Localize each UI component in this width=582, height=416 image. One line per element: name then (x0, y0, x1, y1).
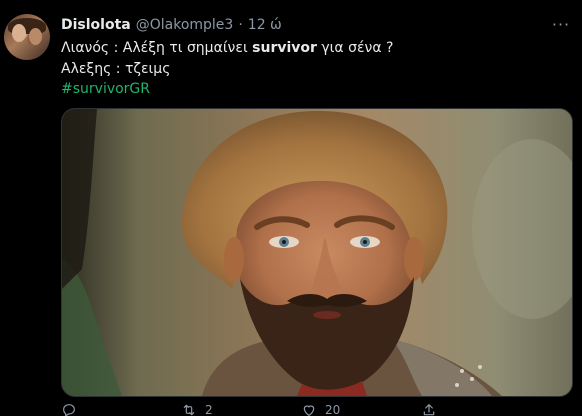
share-icon (423, 404, 435, 416)
hashtag-link[interactable]: #survivorGR (61, 81, 150, 97)
tweet-text-bold-word: survivor (252, 40, 317, 56)
reply-button[interactable] (61, 402, 181, 416)
retweet-icon (183, 404, 195, 416)
tweet-timestamp[interactable]: 12 ώ (248, 16, 282, 34)
share-button[interactable] (421, 402, 541, 416)
user-handle[interactable]: @Olakomple3 (136, 16, 234, 34)
like-button[interactable]: 20 (301, 402, 421, 416)
retweet-count: 2 (205, 403, 213, 416)
more-options-button[interactable]: ··· (548, 14, 574, 34)
hashtag-link-row: #survivorGR (61, 80, 150, 98)
tweet-text-line-2: Αλεξης : τζειμς (61, 61, 171, 77)
tweet-header: Dislolota @Olakomple3 · 12 ώ (61, 16, 282, 34)
retweet-button[interactable]: 2 (181, 402, 301, 416)
tweet-text-prefix: Λιανός : Αλέξη τι σημαίνει (61, 40, 253, 56)
tweet-text-line-1: Λιανός : Αλέξη τι σημαίνει survivor για … (61, 39, 393, 57)
like-count: 20 (325, 403, 341, 416)
tweet-text-suffix: για σένα ? (316, 40, 394, 56)
avatar[interactable] (4, 14, 50, 60)
heart-icon (303, 405, 315, 416)
tweet-actions: 2 20 (61, 402, 541, 416)
display-name[interactable]: Dislolota (61, 16, 131, 34)
reply-icon (63, 404, 75, 416)
avatar-face-right (29, 28, 42, 45)
header-separator: · (238, 17, 243, 33)
tweet-card[interactable]: Dislolota @Olakomple3 · 12 ώ ··· Λιανός … (0, 0, 582, 416)
photo-illustration (62, 109, 572, 396)
tweet-photo[interactable] (61, 108, 573, 397)
avatar-face-left (12, 24, 26, 42)
